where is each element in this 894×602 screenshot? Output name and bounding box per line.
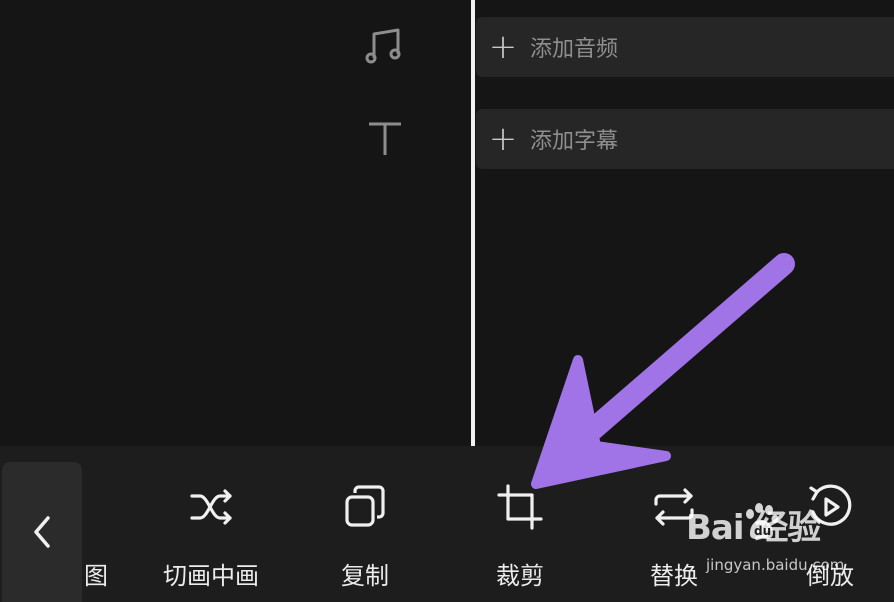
editor-stage: + 添加音频 + 添加字幕 图 切画中画 复制 裁剪 替换 倒放 Bai 经验 … bbox=[0, 0, 894, 602]
annotation-arrow bbox=[531, 253, 795, 489]
